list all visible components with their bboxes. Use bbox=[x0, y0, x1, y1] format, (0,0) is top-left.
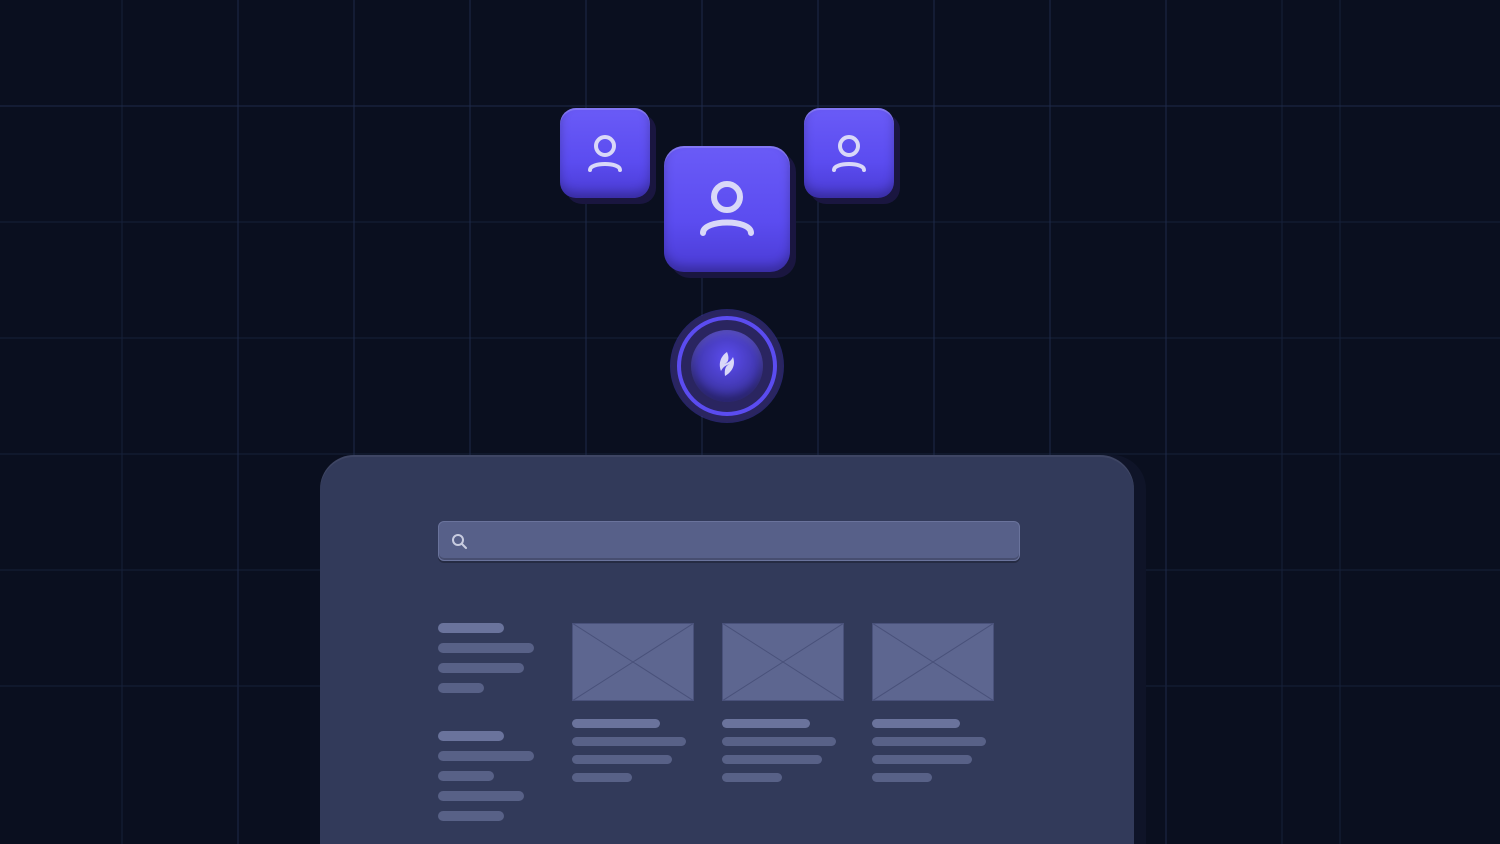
stub-line bbox=[872, 719, 960, 728]
user-icon bbox=[804, 108, 894, 198]
image-placeholder bbox=[722, 623, 844, 701]
search-input[interactable] bbox=[479, 522, 1019, 560]
illustration-stage bbox=[0, 0, 1500, 844]
brand-orb-inner bbox=[691, 330, 763, 402]
stub-line bbox=[872, 773, 932, 782]
leaf-icon bbox=[712, 349, 742, 384]
stub-line bbox=[438, 751, 534, 761]
search-icon bbox=[439, 521, 479, 561]
wireframe-card bbox=[572, 623, 694, 844]
wireframe-sidebar bbox=[438, 623, 534, 844]
brand-orb bbox=[671, 310, 783, 422]
stub-line bbox=[872, 755, 972, 764]
image-placeholder bbox=[572, 623, 694, 701]
stub-line bbox=[438, 771, 494, 781]
wireframe-card bbox=[872, 623, 994, 844]
stub-line bbox=[572, 755, 672, 764]
stub-line bbox=[438, 731, 504, 741]
brand-orb-ring bbox=[677, 316, 777, 416]
stub-line bbox=[572, 719, 660, 728]
stub-line bbox=[438, 643, 534, 653]
user-tile-left bbox=[560, 108, 650, 198]
user-icon bbox=[560, 108, 650, 198]
stub-line bbox=[722, 773, 782, 782]
stub-line bbox=[438, 791, 524, 801]
stub-line bbox=[572, 773, 632, 782]
user-icon bbox=[664, 146, 790, 272]
search-bar[interactable] bbox=[438, 521, 1020, 561]
image-placeholder bbox=[872, 623, 994, 701]
stub-line bbox=[438, 623, 504, 633]
user-tile-center bbox=[664, 146, 790, 272]
wireframe-cards-row bbox=[572, 623, 1020, 844]
stub-line bbox=[572, 737, 686, 746]
wireframe-content bbox=[438, 623, 1020, 844]
wireframe-card bbox=[722, 623, 844, 844]
stub-line bbox=[722, 737, 836, 746]
browser-wireframe-panel bbox=[320, 455, 1134, 844]
stub-line bbox=[722, 719, 810, 728]
stub-line bbox=[438, 811, 504, 821]
stub-line bbox=[872, 737, 986, 746]
stub-line bbox=[438, 663, 524, 673]
user-tile-right bbox=[804, 108, 894, 198]
stub-line bbox=[722, 755, 822, 764]
stub-line bbox=[438, 683, 484, 693]
